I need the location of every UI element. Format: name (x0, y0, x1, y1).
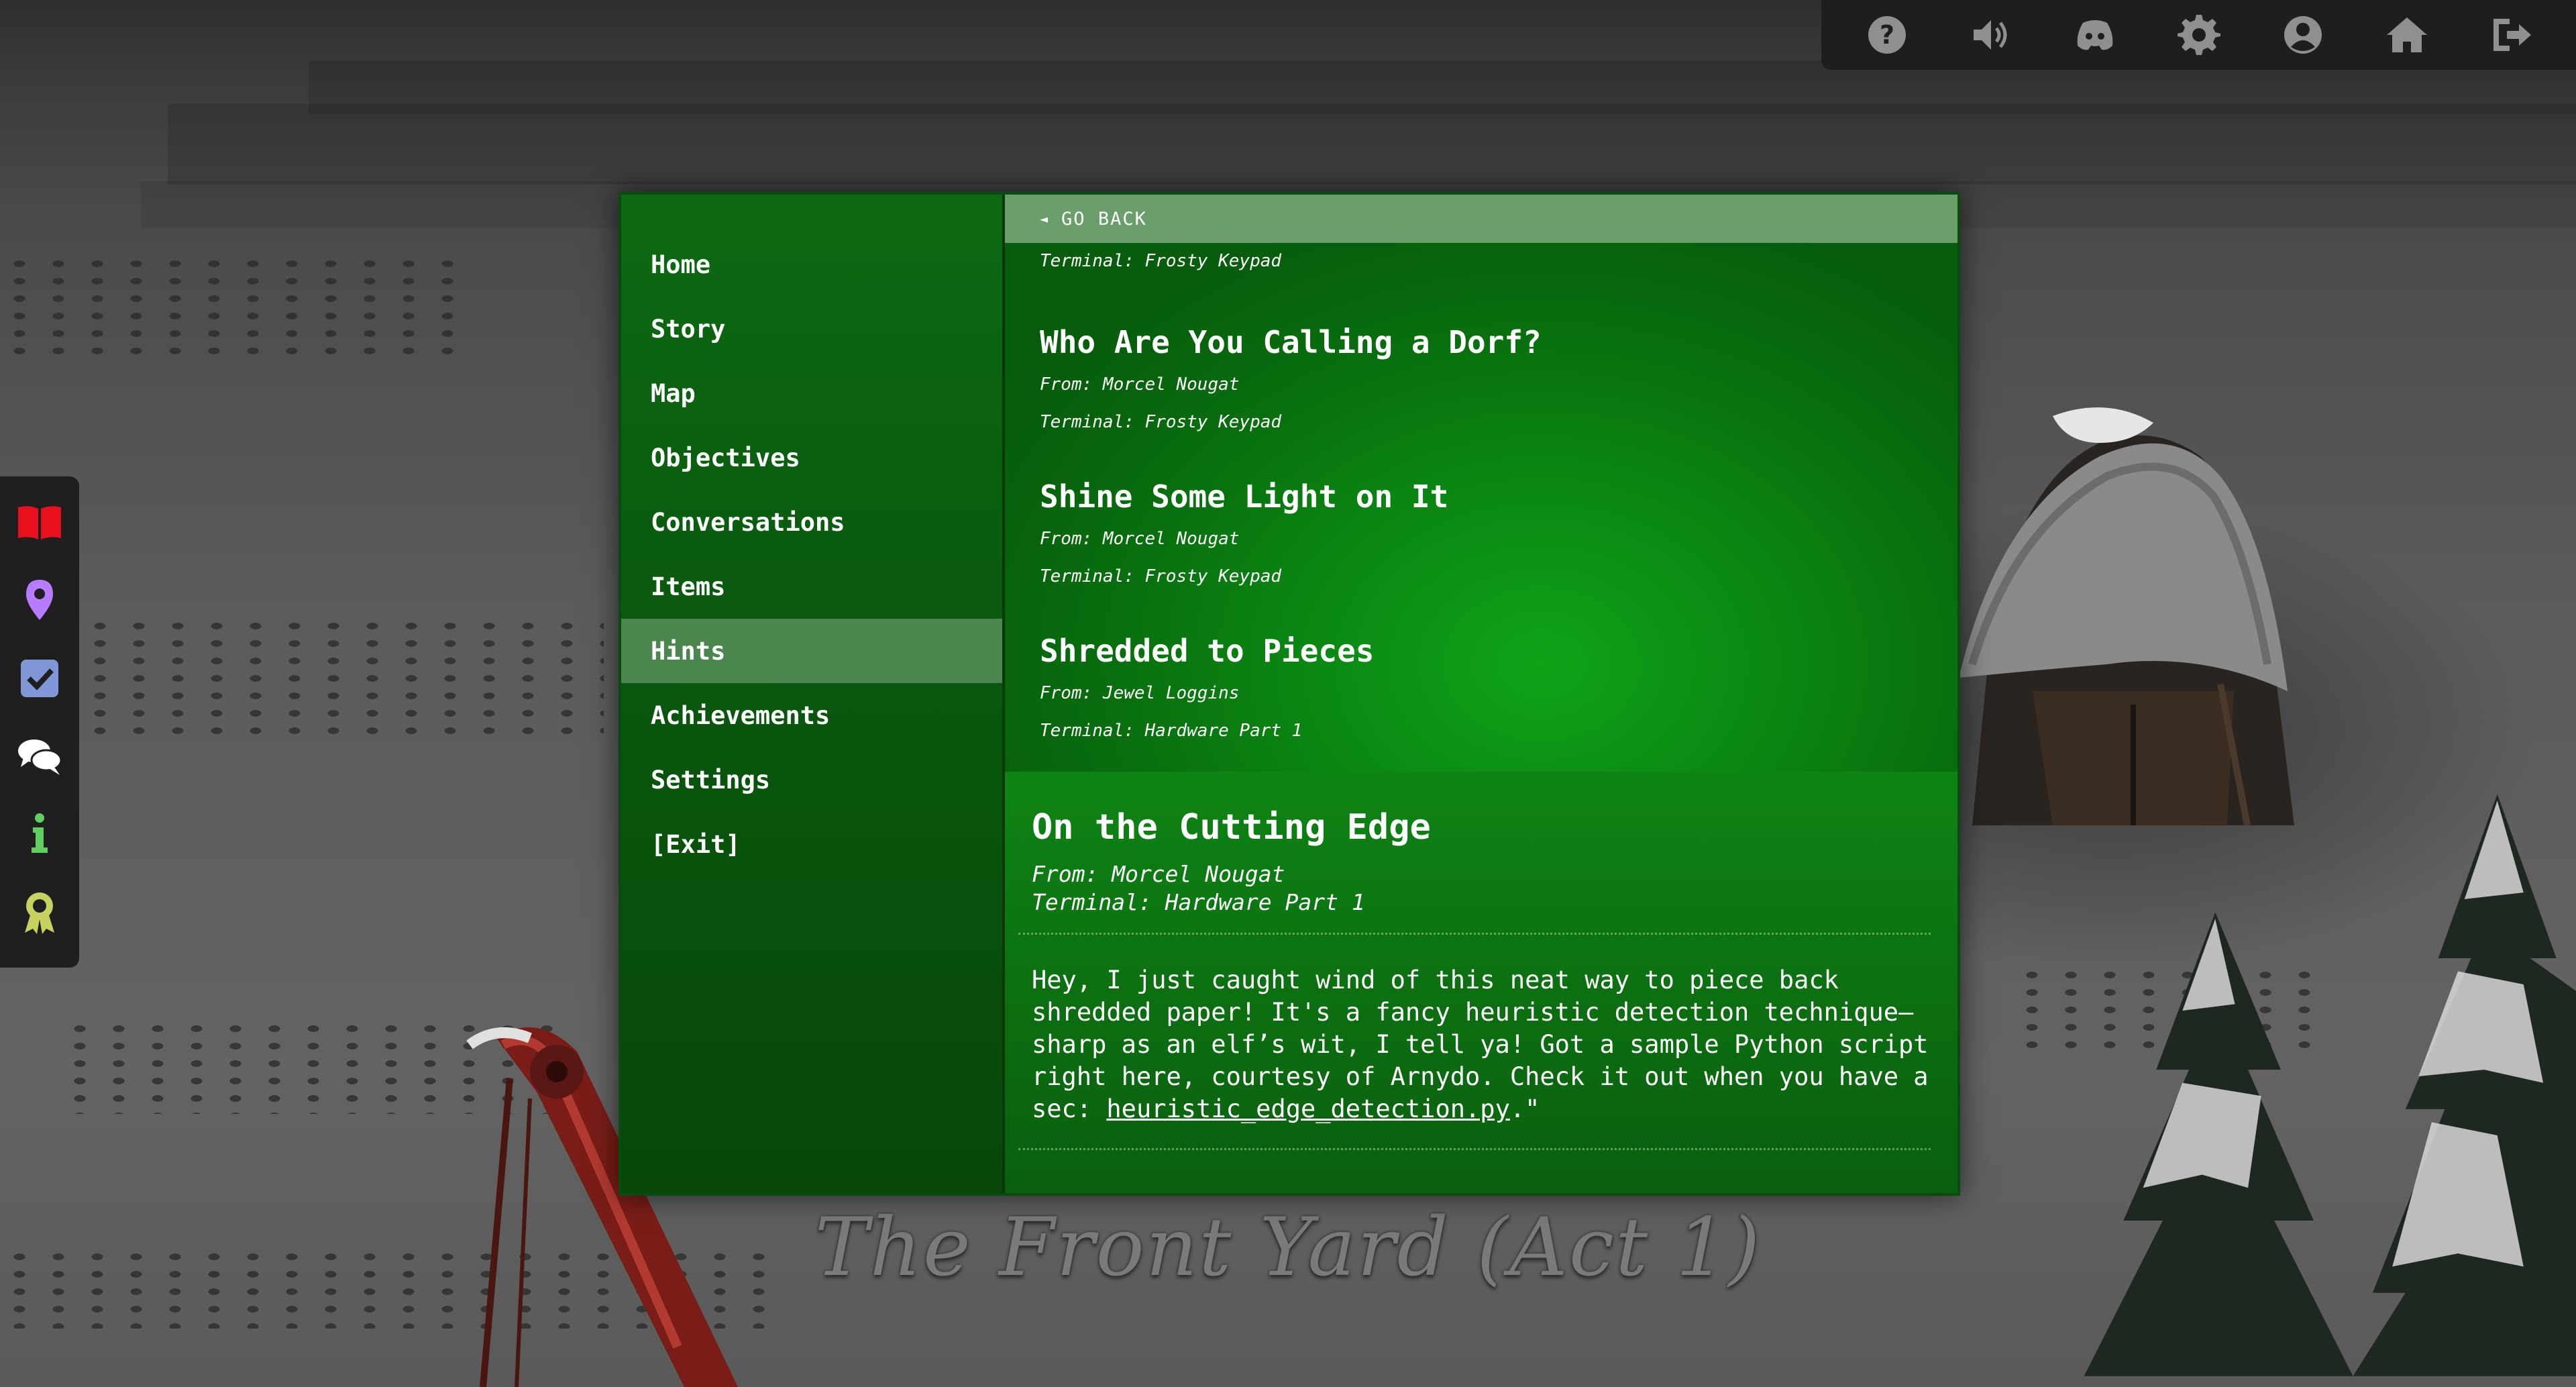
top-toolbar: ? (1821, 0, 2576, 70)
quick-access-sidebar (0, 476, 79, 968)
badge-dialog: Home Story Map Objectives Conversations … (619, 192, 1960, 1196)
hint-list[interactable]: Terminal: Frosty Keypad Who Are You Call… (1005, 195, 1957, 772)
help-icon[interactable]: ? (1866, 13, 1909, 56)
hint-terminal: Terminal: Hardware Part 1 (1040, 721, 1303, 741)
menu-item-objectives[interactable]: Objectives (621, 425, 1002, 490)
menu-item-settings[interactable]: Settings (621, 748, 1002, 812)
map-pin-icon[interactable] (15, 577, 64, 623)
hint-list-item[interactable]: Terminal: Frosty Keypad (1040, 250, 1281, 272)
hint-title: Who Are You Calling a Dorf? (1040, 324, 1542, 360)
menu-item-items[interactable]: Items (621, 554, 1002, 619)
achievement-ribbon-icon[interactable] (15, 890, 64, 935)
hint-from: From: Morcel Nougat (1040, 529, 1240, 549)
hint-title: Shredded to Pieces (1040, 633, 1375, 669)
back-arrow-icon: ◄ (1040, 211, 1050, 227)
logout-icon[interactable] (2489, 13, 2532, 56)
book-icon[interactable] (15, 499, 64, 545)
script-download-link[interactable]: heuristic_edge_detection.py (1106, 1094, 1509, 1123)
detail-body-tail: ." (1509, 1094, 1540, 1123)
scene-footprints (80, 617, 604, 738)
divider (1018, 1148, 1931, 1150)
menu-item-home[interactable]: Home (621, 232, 1002, 297)
settings-icon[interactable] (2177, 13, 2220, 56)
discord-icon[interactable] (2074, 13, 2116, 56)
hint-from: From: Morcel Nougat (1040, 374, 1240, 395)
menu-item-conversations[interactable]: Conversations (621, 490, 1002, 554)
profile-icon[interactable] (2282, 13, 2324, 56)
hint-terminal: Terminal: Frosty Keypad (1040, 412, 1282, 432)
menu-item-story[interactable]: Story (621, 297, 1002, 361)
hint-list-item[interactable]: Shine Some Light on It From: Morcel Noug… (1040, 478, 1448, 588)
svg-text:?: ? (1879, 20, 1894, 50)
pine-trees-illustration (2084, 794, 2576, 1376)
sound-icon[interactable] (1970, 13, 2012, 56)
hint-title: Shine Some Light on It (1040, 478, 1449, 515)
hint-from: From: Jewel Loggins (1040, 683, 1240, 703)
home-icon[interactable] (2385, 13, 2428, 56)
info-icon[interactable] (15, 811, 64, 857)
hints-panel: ◄ GO BACK Terminal: Frosty Keypad Who Ar… (1005, 195, 1957, 1193)
divider (1018, 933, 1931, 935)
badge-menu: Home Story Map Objectives Conversations … (621, 195, 1002, 1193)
menu-item-hints[interactable]: Hints (621, 619, 1002, 683)
go-back-button[interactable]: ◄ GO BACK (1005, 195, 1957, 243)
menu-item-exit[interactable]: [Exit] (621, 812, 1002, 876)
scene-shadow-band (168, 104, 2576, 185)
hint-terminal: Terminal: Frosty Keypad (1040, 251, 1282, 271)
detail-terminal: Terminal: Hardware Part 1 (1032, 889, 1365, 915)
snowy-hut-illustration (1959, 407, 2294, 825)
hint-list-item[interactable]: Who Are You Calling a Dorf? From: Morcel… (1040, 323, 1542, 433)
objectives-checkbox-icon[interactable] (15, 656, 64, 701)
detail-from: From: Morcel Nougat (1032, 861, 1285, 887)
detail-body: Hey, I just caught wind of this neat way… (1032, 964, 1931, 1125)
hint-terminal: Terminal: Frosty Keypad (1040, 566, 1282, 586)
detail-title: On the Cutting Edge (1032, 807, 1431, 847)
go-back-label: GO BACK (1061, 208, 1147, 229)
conversations-icon[interactable] (15, 733, 64, 779)
menu-item-map[interactable]: Map (621, 361, 1002, 425)
menu-item-achievements[interactable]: Achievements (621, 683, 1002, 748)
hint-detail: On the Cutting Edge From: Morcel Nougat … (1005, 772, 1957, 1193)
scene-footprints (0, 255, 470, 362)
location-title: The Front Yard (Act 1) (814, 1201, 1762, 1294)
hint-list-item[interactable]: Shredded to Pieces From: Jewel Loggins T… (1040, 632, 1375, 742)
